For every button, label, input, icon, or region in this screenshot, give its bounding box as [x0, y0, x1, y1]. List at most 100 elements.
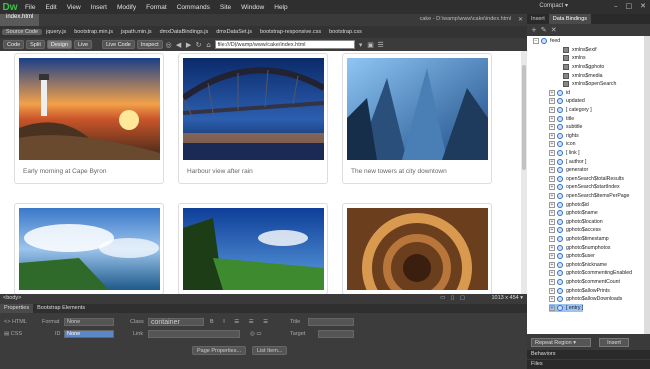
- menu-window[interactable]: Window: [236, 4, 269, 11]
- code-view-button[interactable]: Code: [3, 40, 25, 49]
- expand-icon[interactable]: +: [549, 279, 555, 286]
- tree-node[interactable]: + rights: [549, 132, 579, 141]
- related-file[interactable]: jspath.min.js: [117, 29, 156, 35]
- expand-icon[interactable]: +: [549, 210, 555, 217]
- thumbnail-card[interactable]: [178, 203, 328, 294]
- thumbnail-card[interactable]: [342, 203, 492, 294]
- minimize-icon[interactable]: –: [614, 2, 618, 10]
- tree-node[interactable]: + gphoto$location: [549, 218, 603, 227]
- menu-help[interactable]: Help: [269, 4, 292, 11]
- tree-node[interactable]: + gphoto$commentingEnabled: [549, 269, 632, 278]
- expand-icon[interactable]: +: [549, 236, 555, 243]
- expand-icon[interactable]: +: [549, 193, 555, 200]
- thumbnail-card[interactable]: Harbour view after rain: [178, 53, 328, 184]
- tree-node[interactable]: + gphoto$name: [549, 209, 598, 218]
- back-icon[interactable]: ◀: [175, 41, 183, 49]
- tree-node[interactable]: + gphoto$nickname: [549, 261, 607, 270]
- menu-file[interactable]: File: [20, 4, 40, 11]
- page-options-icon[interactable]: ☰: [377, 41, 385, 49]
- menu-insert[interactable]: Insert: [86, 4, 112, 11]
- tree-node[interactable]: + [ link ]: [549, 149, 580, 158]
- html-mode-button[interactable]: <> HTML: [4, 319, 27, 325]
- design-view-button[interactable]: Design: [46, 40, 72, 49]
- inspect-button[interactable]: Inspect: [136, 40, 163, 49]
- address-field[interactable]: file:///D|/wamp/www/cake/index.html: [214, 40, 355, 49]
- expand-icon[interactable]: +: [549, 244, 555, 251]
- tree-node[interactable]: − feed: [533, 37, 560, 46]
- tree-node[interactable]: + gphoto$user: [549, 252, 595, 261]
- tree-node[interactable]: + gphoto$numphotos: [549, 243, 610, 252]
- target-select[interactable]: [318, 330, 354, 338]
- tree-node[interactable]: + gphoto$access: [549, 226, 601, 235]
- tree-node[interactable]: + [ entry ]: [549, 303, 584, 313]
- window-size[interactable]: 1013 x 454 ▾: [491, 295, 523, 301]
- tree-node[interactable]: + [ category ]: [549, 106, 592, 115]
- related-file[interactable]: bootstrap.css: [325, 29, 366, 35]
- related-file[interactable]: bootstrap-responsive.css: [256, 29, 325, 35]
- menu-edit[interactable]: Edit: [40, 4, 61, 11]
- menu-site[interactable]: Site: [215, 4, 236, 11]
- split-view-button[interactable]: Split: [26, 40, 45, 49]
- browser-preview-icon[interactable]: ◎: [165, 41, 173, 49]
- text-format-icons[interactable]: B I ☰ ☰ ☰: [210, 319, 272, 325]
- css-mode-button[interactable]: ▤ CSS: [4, 331, 22, 337]
- visual-aids-icon[interactable]: ▣: [367, 41, 375, 49]
- tree-node[interactable]: + openSearch$totalResults: [549, 175, 624, 184]
- insert-button[interactable]: Insert: [599, 338, 629, 347]
- related-file[interactable]: bootstrap.min.js: [70, 29, 117, 35]
- bindings-tree[interactable]: −feed+xmlns$exif+xmlns+xmlns$gphoto+xmln…: [527, 36, 644, 334]
- tree-node[interactable]: + openSearch$startIndex: [549, 183, 620, 192]
- title-field[interactable]: [308, 318, 354, 326]
- design-view[interactable]: Early morning at Cape Byron Harbour view…: [0, 51, 521, 294]
- expand-icon[interactable]: +: [549, 201, 555, 208]
- tab-data-bindings[interactable]: Data Bindings: [548, 14, 592, 24]
- expand-icon[interactable]: +: [549, 98, 555, 105]
- delete-icon[interactable]: ✕: [551, 26, 557, 34]
- tree-node[interactable]: +xmlns$media: [555, 71, 603, 80]
- menu-view[interactable]: View: [62, 4, 86, 11]
- class-select[interactable]: container: [148, 318, 204, 326]
- forward-icon[interactable]: ▶: [185, 41, 193, 49]
- expand-icon[interactable]: +: [549, 167, 555, 174]
- tree-scrollbar[interactable]: [644, 36, 650, 334]
- expand-icon[interactable]: +: [549, 218, 555, 225]
- expand-icon[interactable]: +: [549, 287, 555, 294]
- expand-icon[interactable]: +: [549, 270, 555, 277]
- device-size-icons[interactable]: ▭ ▯ ▢: [440, 295, 467, 301]
- tree-node[interactable]: + gphoto$allowPrints: [549, 286, 610, 295]
- related-file[interactable]: dmxDataBindings.js: [156, 29, 213, 35]
- expand-icon[interactable]: +: [549, 141, 555, 148]
- repeat-region-select[interactable]: Repeat Region ▾: [531, 338, 591, 347]
- expand-icon[interactable]: −: [533, 38, 539, 45]
- expand-icon[interactable]: +: [549, 304, 555, 311]
- expand-icon[interactable]: +: [549, 89, 555, 96]
- expand-icon[interactable]: +: [549, 175, 555, 182]
- tree-node[interactable]: +xmlns$openSearch: [555, 80, 616, 89]
- menu-modify[interactable]: Modify: [112, 4, 141, 11]
- files-panel-header[interactable]: Files: [527, 360, 650, 369]
- scroll-thumb[interactable]: [522, 65, 526, 170]
- list-item-button[interactable]: List Item...: [252, 346, 288, 355]
- expand-icon[interactable]: +: [549, 132, 555, 139]
- maximize-icon[interactable]: □: [626, 2, 633, 10]
- workspace-switcher[interactable]: Compact ▾: [539, 2, 568, 9]
- expand-icon[interactable]: +: [549, 107, 555, 114]
- home-icon[interactable]: ⌂: [205, 41, 213, 49]
- live-code-button[interactable]: Live Code: [102, 40, 135, 49]
- tree-node[interactable]: + gphoto$timestamp: [549, 235, 609, 244]
- add-icon[interactable]: +: [531, 26, 537, 34]
- related-file[interactable]: jquery.js: [42, 29, 70, 35]
- tag-selector[interactable]: <body>: [3, 295, 21, 301]
- expand-icon[interactable]: +: [549, 124, 555, 131]
- tree-node[interactable]: + subtitle: [549, 123, 582, 132]
- thumbnail-card[interactable]: Early morning at Cape Byron: [14, 53, 164, 184]
- tree-node[interactable]: + generator: [549, 166, 588, 175]
- link-field[interactable]: [148, 330, 240, 338]
- page-properties-button[interactable]: Page Properties...: [192, 346, 247, 355]
- tab-properties[interactable]: Properties: [0, 304, 34, 313]
- thumbnail-card[interactable]: [14, 203, 164, 294]
- tab-insert[interactable]: Insert: [527, 14, 549, 24]
- expand-icon[interactable]: +: [549, 253, 555, 260]
- close-icon[interactable]: ✕: [640, 2, 646, 10]
- tree-node[interactable]: +xmlns: [555, 54, 586, 63]
